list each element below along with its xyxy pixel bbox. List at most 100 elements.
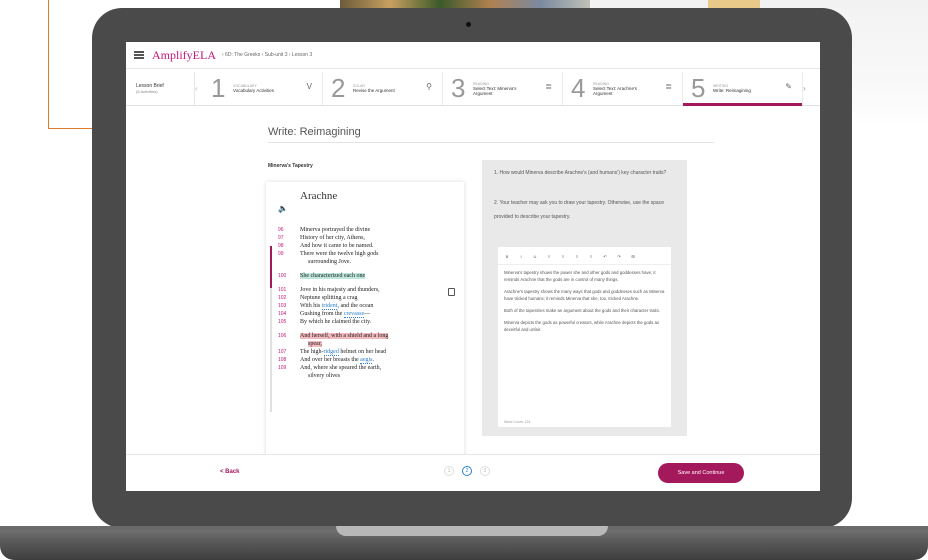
toolbar-button[interactable]: ↷ [616,254,622,260]
solar-icon: ⚲ [426,82,432,91]
activity-steps: Lesson Brief (6 Activities) ‹ 1 VOCABULA… [126,72,820,106]
line-text: Jove in his majesty and thunders, [300,287,380,293]
toolbar-button[interactable]: ≡ [560,254,566,260]
poem-line[interactable]: 105 By which he claimed the city. [278,318,458,326]
lesson-brief-count: (6 Activities) [136,89,158,94]
camera-icon [466,22,471,27]
line-text: History of her city, Athens, [300,235,365,241]
line-text: Neptune splitting a crag [300,295,358,301]
editor-paragraph: Minerva's tapestry shows the power she a… [504,270,656,282]
poem-line[interactable]: surrounding Jove. [278,258,458,266]
poem-line[interactable]: 97 History of her city, Athens, [278,234,458,242]
toolbar-button[interactable]: ≡ [588,254,594,260]
reading-icon: ≣ [545,82,552,91]
poem-line[interactable]: 100 She characterized each one [278,272,458,280]
editor-body[interactable]: Minerva's tapestry shows the power she a… [498,265,671,342]
step-name: Select Text: Arachne's Argument [593,85,638,96]
breadcrumb[interactable]: › 6D: The Greeks › Sub-unit 3 › Lesson 3 [222,52,312,58]
step-3[interactable]: 3 READING Select Text: Minerva's Argument… [443,72,563,105]
line-number [278,372,300,380]
laptop-notch [336,526,608,536]
lesson-brief-tab[interactable]: Lesson Brief (6 Activities) [126,72,195,105]
line-text: There were the twelve high gods [300,251,379,257]
toolbar-button[interactable]: ↶ [602,254,608,260]
line-text: And over her breasts the aegis. [300,357,374,364]
step-number: 3 [451,73,466,103]
toolbar-button[interactable]: ≡ [546,254,552,260]
line-text: And herself, with a shield and a long [300,332,389,340]
callout-line-vertical [48,0,49,129]
note-icon[interactable] [448,288,455,296]
poem-line[interactable]: 96 Minerva portrayed the divine [278,226,458,234]
poem-line[interactable]: silvery olives [278,372,458,380]
poem-line[interactable]: spear, [278,340,458,348]
page-dot[interactable]: 1 [444,466,454,476]
line-text: spear, [300,340,322,348]
step-name: Revise the Argument [353,88,395,93]
step-5-active[interactable]: 5 WRITING Write: Reimagining ✎ [683,72,803,106]
line-text: And, where she speared the earth, [300,365,382,371]
story-title: Minerva's Tapestry [268,163,313,169]
story-panel[interactable]: Arachne 🔈 96 Minerva portrayed the divine… [266,182,464,491]
save-and-continue-button[interactable]: Save and Continue [658,463,744,483]
step-1[interactable]: 1 VOCABULARY Vocabulary Activities V [203,72,323,105]
reading-icon: ≣ [665,82,672,91]
vocab-link[interactable]: trident [321,303,338,310]
line-text: She characterized each one [300,272,366,280]
brand-logo[interactable]: AmplifyELA [152,48,216,63]
toolbar-button[interactable]: ≡ [574,254,580,260]
toolbar-button[interactable]: U [532,254,538,260]
reading-progress-fill [270,246,272,288]
page-title: Write: Reimagining [268,126,361,138]
vocab-link[interactable]: crevasse [343,311,365,318]
step-4[interactable]: 4 READING Select Text: Arachne's Argument… [563,72,683,105]
line-text: With his trident, and the ocean [300,303,374,310]
footer-bar: < Back 123 Save and Continue [126,454,820,491]
step-name: Write: Reimagining [713,88,751,93]
word-count: Word Count: 124 [504,420,531,424]
page-dot[interactable]: 2 [462,466,472,476]
poem-title: Arachne [300,190,338,202]
chevron-right-icon[interactable]: › [803,72,813,105]
step-2[interactable]: 2 SOLAR Revise the Argument ⚲ [323,72,443,105]
highlight-red[interactable]: And herself, with a shield and a long [300,333,389,339]
chevron-left-icon[interactable]: ‹ [195,72,203,105]
toolbar-button[interactable]: ⊞ [630,254,636,260]
line-number: 98 [278,243,284,249]
question-2: 2. Your teacher may ask you to draw your… [494,200,664,220]
line-text: By which he claimed the city. [300,319,372,325]
poem-line[interactable]: 106 And herself, with a shield and a long [278,332,458,340]
vocab-link[interactable]: ridged [323,349,339,356]
poem-line[interactable]: 108 And over her breasts the aegis. [278,356,458,364]
top-bar: AmplifyELA › 6D: The Greeks › Sub-unit 3… [126,42,820,69]
poem-line[interactable]: 109 And, where she speared the earth, [278,364,458,372]
poem-line[interactable]: 102 Neptune splitting a crag [278,294,458,302]
poem-line[interactable]: 101 Jove in his majesty and thunders, [278,286,458,294]
speaker-icon[interactable]: 🔈 [278,204,288,213]
question-1: 1. How would Minerva describe Arachne's … [494,170,667,176]
editor-toolbar: B I U ≡ ≡ ≡ ≡ ↶ ↷ ⊞ [498,247,671,265]
line-text: silvery olives [308,373,341,379]
poem-line[interactable]: 103 With his trident, and the ocean [278,302,458,310]
step-number: 4 [571,73,586,103]
line-number: 105 [278,319,287,325]
poem-line[interactable]: 99 There were the twelve high gods [278,250,458,258]
step-number: 2 [331,73,346,103]
back-button[interactable]: < Back [220,469,240,475]
poem-line[interactable]: 98 And how it came to be named. [278,242,458,250]
response-editor[interactable]: B I U ≡ ≡ ≡ ≡ ↶ ↷ ⊞ Minerva's tapestry shows the … [498,247,671,427]
line-number: 106 [278,333,287,339]
poem-line[interactable]: 104 Gushing from the crevasse— [278,310,458,318]
poem-line[interactable]: 107 The high-ridged helmet on her head [278,348,458,356]
menu-icon[interactable] [134,51,144,59]
vocab-link[interactable]: aegis [360,357,373,364]
pagination: 123 [444,466,490,476]
highlight-green[interactable]: She characterized each one [300,273,366,279]
highlight-red[interactable]: spear, [308,341,322,347]
reading-progress [270,246,272,412]
line-text: surrounding Jove. [308,259,351,265]
page-dot[interactable]: 3 [480,466,490,476]
toolbar-button[interactable]: B [504,254,510,260]
toolbar-button[interactable]: I [518,254,524,260]
line-number: 99 [278,251,284,257]
